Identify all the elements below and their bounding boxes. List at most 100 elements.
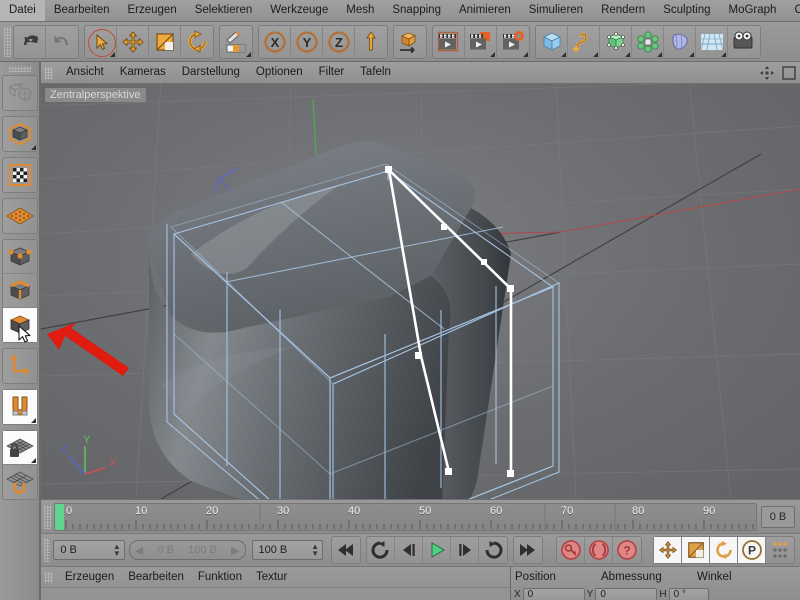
end-frame-spinner[interactable]: ▲ ▼ — [311, 543, 319, 558]
scale-tool-button[interactable] — [149, 25, 181, 58]
svg-text:X: X — [270, 35, 279, 50]
key-rotation-toggle[interactable] — [710, 537, 738, 563]
edge-mode-button[interactable] — [2, 274, 37, 308]
texture-mode-button[interactable] — [3, 158, 37, 192]
workplane-button[interactable] — [3, 199, 37, 233]
viewport-axis-gizmo[interactable]: Y X Z — [55, 432, 125, 487]
playback-step-back-button[interactable] — [395, 537, 423, 563]
object-axis-button[interactable] — [394, 26, 426, 58]
lock-grid-button[interactable] — [2, 431, 37, 465]
camera-button[interactable] — [728, 26, 760, 58]
timeline-ruler[interactable]: 0 10 20 30 40 50 60 70 80 90 100 — [54, 502, 757, 531]
key-position-toggle[interactable] — [654, 537, 682, 563]
mograph-button[interactable] — [632, 25, 664, 58]
menu-item-erzeugen[interactable]: Erzeugen — [118, 0, 185, 21]
rotate-tool-button[interactable] — [181, 26, 213, 58]
axis-mode-button[interactable] — [3, 349, 37, 383]
viewport-menu-filter[interactable]: Filter — [311, 62, 353, 83]
render-view-button[interactable] — [433, 25, 465, 58]
move-tool-button[interactable] — [117, 25, 149, 58]
menu-item-bearbeiten[interactable]: Bearbeiten — [45, 0, 119, 21]
spline-button[interactable] — [568, 25, 600, 58]
viewport-menu-optionen[interactable]: Optionen — [248, 62, 311, 83]
timeline-current-frame-field[interactable]: 0 B — [761, 505, 795, 528]
world-object-axis-button[interactable] — [355, 26, 387, 58]
coord-cell-position-x[interactable]: X 0 — [514, 588, 585, 600]
cube-primitive-corner-icon — [561, 51, 566, 57]
toolbar-grip[interactable] — [4, 26, 11, 57]
viewport-menu-grip[interactable] — [45, 66, 53, 79]
current-frame-spinner[interactable]: ▲ ▼ — [113, 543, 121, 558]
menu-item-simulieren[interactable]: Simulieren — [520, 0, 592, 21]
material-menu-funktion[interactable]: Funktion — [191, 568, 249, 587]
playback-go-to-end-button[interactable] — [514, 537, 542, 563]
menu-item-charakter[interactable]: Charak — [785, 0, 800, 21]
cube-primitive-button[interactable] — [536, 25, 568, 58]
playback-step-forward-button[interactable] — [451, 537, 479, 563]
viewport-menu-kameras[interactable]: Kameras — [112, 62, 174, 83]
live-selection-button[interactable] — [85, 25, 117, 58]
viewport-menu-ansicht[interactable]: Ansicht — [58, 62, 112, 83]
timeline-grip[interactable] — [44, 504, 51, 529]
viewport-menu-darstellung[interactable]: Darstellung — [174, 62, 248, 83]
record-key-button[interactable] — [557, 537, 585, 563]
point-mode-button[interactable] — [2, 240, 37, 274]
autokey-button[interactable] — [585, 537, 613, 563]
current-frame-field[interactable]: 0 B ▲ ▼ — [53, 540, 125, 560]
playback-go-to-start-button[interactable] — [332, 537, 360, 563]
key-pla-toggle[interactable] — [766, 537, 794, 563]
viewport-menu-tafeln[interactable]: Tafeln — [352, 62, 399, 83]
coord-value-x[interactable]: 0 — [522, 588, 585, 600]
redo-button[interactable] — [46, 26, 78, 58]
x-axis-lock-button[interactable]: X — [259, 25, 291, 58]
magnet-button[interactable] — [2, 390, 37, 424]
y-axis-lock-button[interactable]: Y — [291, 25, 323, 58]
material-menu-erzeugen[interactable]: Erzeugen — [58, 568, 121, 587]
pan-view-icon[interactable] — [759, 65, 775, 81]
key-parameter-toggle[interactable]: P — [738, 537, 766, 563]
preview-range-field[interactable]: ◀ 0 B 100 B ▶ — [128, 540, 246, 560]
end-frame-field[interactable]: 100 B ▲ ▼ — [251, 540, 323, 560]
undo-button[interactable] — [14, 25, 46, 58]
environment-button[interactable] — [696, 25, 728, 58]
playback-next-key-button[interactable] — [479, 537, 507, 563]
keyframe-selection-button[interactable]: ? — [613, 537, 641, 563]
polygon-mode-button[interactable] — [2, 308, 37, 343]
make-editable-button[interactable] — [3, 76, 37, 110]
menu-item-rendern[interactable]: Rendern — [592, 0, 654, 21]
range-next-arrow-icon[interactable]: ▶ — [231, 544, 239, 557]
material-manager-grip[interactable] — [45, 571, 53, 583]
menu-item-datei[interactable]: Datei — [0, 0, 45, 21]
playback-play-button[interactable] — [423, 537, 451, 563]
coord-cell-size-y[interactable]: Y 0 — [587, 588, 658, 600]
material-menu-bearbeiten[interactable]: Bearbeiten — [121, 568, 191, 587]
menu-item-animieren[interactable]: Animieren — [450, 0, 520, 21]
interactive-render-button[interactable] — [220, 26, 252, 58]
menu-item-selektieren[interactable]: Selektieren — [186, 0, 262, 21]
viewport-3d-canvas[interactable]: Zentralperspektive Y X Z — [41, 84, 800, 499]
left-palette-grip[interactable] — [8, 66, 31, 72]
left-group-components — [1, 239, 38, 343]
coord-cell-angle-h[interactable]: H 0 ° — [659, 588, 709, 600]
coord-value-h[interactable]: 0 ° — [668, 588, 709, 600]
coord-value-y[interactable]: 0 — [595, 588, 658, 600]
playback-previous-key-button[interactable] — [367, 537, 395, 563]
maximize-view-icon[interactable] — [781, 65, 797, 81]
menu-item-snapping[interactable]: Snapping — [383, 0, 450, 21]
menu-item-mograph[interactable]: MoGraph — [720, 0, 786, 21]
model-mode-button[interactable] — [3, 117, 37, 151]
playback-grip[interactable] — [44, 538, 51, 562]
key-scale-toggle[interactable] — [682, 537, 710, 563]
range-prev-arrow-icon[interactable]: ◀ — [135, 544, 143, 557]
deformer-button[interactable] — [664, 25, 696, 58]
render-settings-button[interactable] — [497, 26, 529, 58]
render-picture-viewer-button[interactable] — [465, 25, 497, 58]
material-manager-body[interactable] — [41, 587, 510, 600]
snap-grid-button[interactable] — [3, 465, 37, 499]
menu-item-mesh[interactable]: Mesh — [337, 0, 383, 21]
material-menu-textur[interactable]: Textur — [249, 568, 294, 587]
z-axis-lock-button[interactable]: Z — [323, 25, 355, 58]
generator-button[interactable] — [600, 25, 632, 58]
menu-item-werkzeuge[interactable]: Werkzeuge — [261, 0, 337, 21]
menu-item-sculpting[interactable]: Sculpting — [654, 0, 719, 21]
